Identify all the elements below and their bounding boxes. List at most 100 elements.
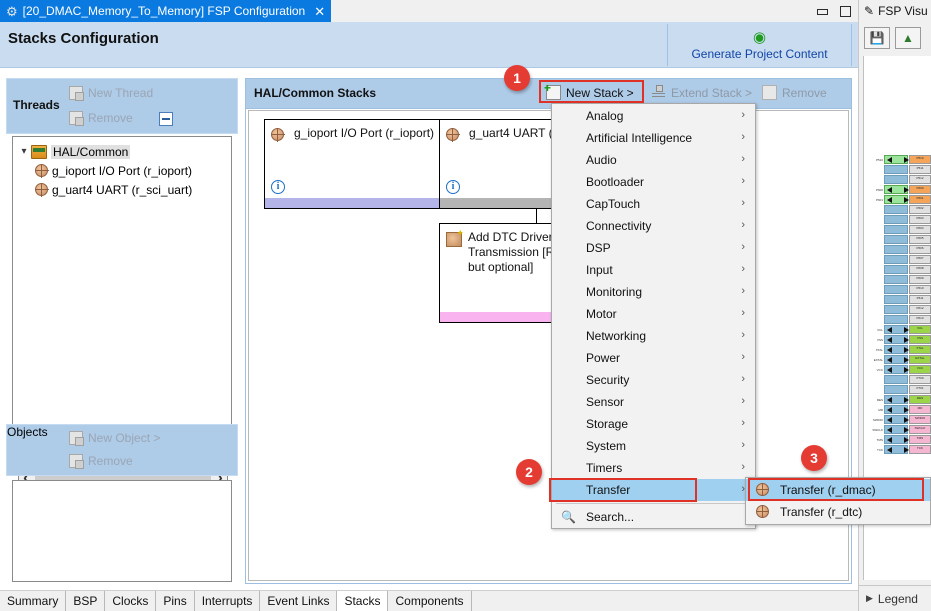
pin-right-label[interactable]: P612 (909, 305, 931, 314)
pin-right-label[interactable]: VCC (909, 365, 931, 374)
menu-item-power[interactable]: Power › (552, 347, 755, 369)
new-stack-context-menu[interactable]: Analog › Artificial Intelligence › Audio… (551, 103, 756, 529)
submenu-item-transfer-dmac[interactable]: Transfer (r_dmac) (746, 479, 930, 501)
pin-bar[interactable] (884, 295, 908, 304)
pin-row[interactable]: P611 (864, 295, 931, 304)
menu-item-dsp[interactable]: DSP › (552, 237, 755, 259)
pin-row[interactable]: P612 (864, 305, 931, 314)
objects-list[interactable] (12, 480, 232, 582)
pin-bar[interactable] (884, 385, 908, 394)
pin-right-label[interactable]: P701 (909, 385, 931, 394)
pin-right-label[interactable]: P606 (909, 245, 931, 254)
chevron-down-icon[interactable]: ▾ (17, 146, 31, 157)
pin-bar[interactable] (884, 215, 908, 224)
close-icon[interactable]: ✕ (314, 5, 325, 18)
pin-right-label[interactable]: TCK (909, 445, 931, 454)
pin-bar[interactable] (884, 245, 908, 254)
pin-row[interactable]: MD MD (864, 405, 931, 414)
pin-row[interactable]: VCC VCC (864, 365, 931, 374)
pin-right-label[interactable]: VSS (909, 335, 931, 344)
pin-bar[interactable] (884, 315, 908, 324)
pin-row[interactable]: P510 P510 (864, 155, 931, 164)
pin-row[interactable]: P607 (864, 255, 931, 264)
pin-row[interactable]: P604 (864, 225, 931, 234)
pin-row[interactable]: P608 (864, 265, 931, 274)
pin-row[interactable]: SWDIO SWDIO (864, 415, 931, 424)
new-stack-button[interactable]: New Stack > (544, 82, 634, 100)
pin-row[interactable]: P511 (864, 165, 931, 174)
pin-row[interactable]: P601 P601 (864, 195, 931, 204)
menu-item-security[interactable]: Security › (552, 369, 755, 391)
tab-event-links[interactable]: Event Links (260, 591, 338, 611)
pin-right-label[interactable]: MD (909, 405, 931, 414)
remove-thread-button[interactable]: Remove (69, 111, 133, 126)
menu-item-artificial-intelligence[interactable]: Artificial Intelligence › (552, 127, 755, 149)
pin-bar[interactable] (884, 285, 908, 294)
pin-bar[interactable] (884, 305, 908, 314)
pin-row[interactable]: P512 (864, 175, 931, 184)
tab-interrupts[interactable]: Interrupts (195, 591, 261, 611)
submenu-item-transfer-dtc[interactable]: Transfer (r_dtc) (746, 501, 930, 523)
info-icon[interactable]: i (271, 180, 285, 194)
menu-item-transfer[interactable]: Transfer › (552, 479, 755, 501)
pin-row[interactable]: SWCLK SWCLK (864, 425, 931, 434)
tab-components[interactable]: Components (388, 591, 472, 611)
menu-item-timers[interactable]: Timers › (552, 457, 755, 479)
pin-row[interactable]: P613 (864, 315, 931, 324)
pin-right-label[interactable]: VCL (909, 325, 931, 334)
tree-item-g-uart4[interactable]: g_uart4 UART (r_sci_uart) (13, 180, 231, 199)
pin-right-label[interactable]: TMS (909, 435, 931, 444)
new-object-button[interactable]: New Object > (69, 431, 160, 446)
pin-bar[interactable] (884, 165, 908, 174)
pin-right-label[interactable]: EXTAL (909, 355, 931, 364)
pin-row[interactable]: P600 P600 (864, 185, 931, 194)
menu-item-connectivity[interactable]: Connectivity › (552, 215, 755, 237)
menu-item-networking[interactable]: Networking › (552, 325, 755, 347)
minimize-icon[interactable] (816, 6, 829, 17)
menu-item-motor[interactable]: Motor › (552, 303, 755, 325)
pin-right-label[interactable]: P608 (909, 265, 931, 274)
pin-row[interactable]: P609 (864, 275, 931, 284)
menu-item-search[interactable]: 🔍 Search... (552, 506, 755, 528)
legend-toggle[interactable]: ▶ Legend (859, 585, 931, 611)
pin-right-label[interactable]: P603 (909, 215, 931, 224)
pin-bar[interactable] (884, 235, 908, 244)
pin-row[interactable]: VSS VSS (864, 335, 931, 344)
pin-row[interactable]: P606 (864, 245, 931, 254)
pin-right-label[interactable]: P511 (909, 165, 931, 174)
menu-item-audio[interactable]: Audio › (552, 149, 755, 171)
menu-item-captouch[interactable]: CapTouch › (552, 193, 755, 215)
menu-item-monitoring[interactable]: Monitoring › (552, 281, 755, 303)
visualizer-tab[interactable]: ✎ FSP Visu (859, 0, 931, 22)
new-thread-button[interactable]: New Thread (69, 86, 153, 101)
pin-right-label[interactable]: P601 (909, 195, 931, 204)
pin-right-label[interactable]: P604 (909, 225, 931, 234)
menu-item-analog[interactable]: Analog › (552, 105, 755, 127)
pin-right-label[interactable]: SWDIO (909, 415, 931, 424)
pin-right-label[interactable]: XTAL (909, 345, 931, 354)
collapse-all-icon[interactable] (159, 112, 173, 126)
menu-item-system[interactable]: System › (552, 435, 755, 457)
menu-item-input[interactable]: Input › (552, 259, 755, 281)
tab-clocks[interactable]: Clocks (105, 591, 157, 611)
pin-right-label[interactable]: P700 (909, 375, 931, 384)
generate-project-content-button[interactable]: ◉ Generate Project Content (667, 24, 852, 66)
maximize-icon[interactable] (839, 5, 852, 17)
export-image-icon[interactable]: ▲ (895, 27, 921, 49)
threads-tree[interactable]: ▾ HAL/Common g_ioport I/O Port (r_ioport… (12, 136, 232, 458)
pin-bar[interactable] (884, 275, 908, 284)
tab-pins[interactable]: Pins (156, 591, 195, 611)
pin-row[interactable]: P610 (864, 285, 931, 294)
pin-row[interactable]: RES RES (864, 395, 931, 404)
pin-right-label[interactable]: P611 (909, 295, 931, 304)
pin-right-label[interactable]: RES (909, 395, 931, 404)
pin-right-label[interactable]: P610 (909, 285, 931, 294)
pin-row[interactable]: P701 (864, 385, 931, 394)
tree-item-g-ioport[interactable]: g_ioport I/O Port (r_ioport) (13, 161, 231, 180)
pin-row[interactable]: TMS TMS (864, 435, 931, 444)
transfer-submenu[interactable]: Transfer (r_dmac) Transfer (r_dtc) (745, 477, 931, 525)
remove-object-button[interactable]: Remove (69, 454, 133, 469)
pin-right-label[interactable]: P600 (909, 185, 931, 194)
menu-item-bootloader[interactable]: Bootloader › (552, 171, 755, 193)
pin-row[interactable]: P605 (864, 235, 931, 244)
